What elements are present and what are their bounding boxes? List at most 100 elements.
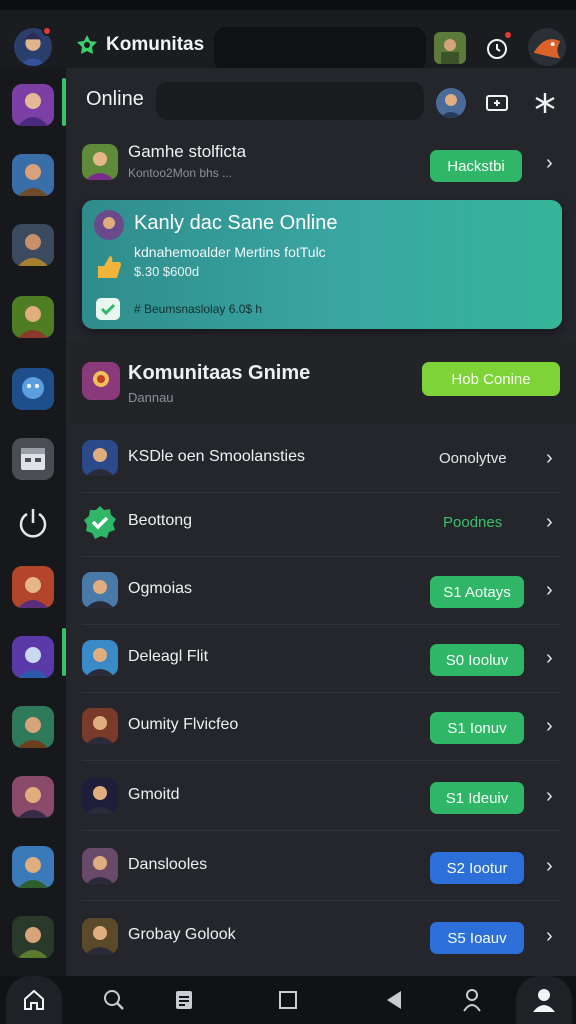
divider — [82, 556, 560, 557]
brand-title: Komunitas — [106, 34, 205, 55]
nav-notes[interactable] — [156, 976, 212, 1024]
rail-server-1[interactable] — [12, 84, 54, 126]
rail-server-7[interactable] — [12, 636, 54, 678]
divider — [82, 492, 560, 493]
divider — [82, 760, 560, 761]
feature-line-1: kdnahemoalder Mertins fotTulc — [134, 244, 326, 260]
list-item[interactable]: Gmoitd S1 Ideuiv › — [82, 768, 560, 820]
top-bar: Komunitas — [0, 10, 576, 71]
divider — [82, 624, 560, 625]
item-pill[interactable]: S1 Aotays — [430, 576, 524, 608]
top-list-item[interactable]: Gamhe stolficta Kontoo2Mon bhs ... Hacks… — [82, 142, 560, 190]
header-search-field[interactable] — [214, 27, 426, 71]
search-icon — [104, 990, 124, 1010]
server-rail — [0, 68, 66, 976]
item-thumbnail — [82, 848, 118, 884]
item-pill[interactable]: S5 Ioauv — [430, 922, 524, 954]
item-title: Grobay Golook — [128, 926, 236, 943]
community-thumbnail — [82, 362, 120, 400]
item-action[interactable]: Poodnes — [443, 514, 502, 531]
feature-card[interactable]: Kanly dac Sane Online kdnahemoalder Mert… — [82, 200, 562, 329]
chevron-right-icon: › — [546, 511, 553, 533]
item-title: Beottong — [128, 512, 193, 529]
item-thumbnail — [82, 440, 118, 476]
item-title: KSDle oen Smoolansties — [128, 448, 305, 465]
chevron-right-icon: › — [546, 579, 553, 601]
item-pill[interactable]: S1 Ionuv — [430, 712, 524, 744]
asterisk-icon[interactable] — [530, 88, 560, 118]
game-thumbnail[interactable] — [434, 32, 466, 64]
feature-avatar — [94, 210, 124, 240]
notification-dot — [42, 26, 52, 36]
list-item[interactable]: Oumity Flvicfeo S1 Ionuv › — [82, 698, 560, 750]
rail-server-4[interactable] — [12, 296, 54, 338]
nav-square[interactable] — [260, 976, 316, 1024]
back-icon — [387, 991, 401, 1009]
nav-home[interactable] — [6, 976, 62, 1024]
rail-server-9[interactable] — [12, 776, 54, 818]
list-item[interactable]: Grobay Golook S5 Ioauv › — [82, 908, 560, 960]
rail-server-10[interactable] — [12, 846, 54, 888]
item-pill[interactable]: S0 Iooluv — [430, 644, 524, 676]
item-title: Ogmoias — [128, 580, 193, 597]
item-thumbnail — [82, 918, 118, 954]
bottom-nav — [0, 976, 576, 1024]
item-thumbnail — [82, 708, 118, 744]
community-section: Komunitaas Gnime Dannau Hob Conine — [66, 340, 576, 424]
online-avatar[interactable] — [436, 88, 466, 118]
list-item[interactable]: Beottong Poodnes › — [82, 494, 560, 546]
rail-server-8[interactable] — [12, 706, 54, 748]
main-panel: Online Gamhe stolficta Kontoo2Mon bhs ..… — [66, 68, 576, 976]
join-online-button[interactable]: Hob Conine — [422, 362, 560, 396]
item-title: Gamhe stolficta — [128, 142, 247, 161]
item-action[interactable]: Oonolytve — [439, 450, 507, 467]
chat-add-icon[interactable] — [482, 88, 512, 118]
list-item[interactable]: KSDle oen Smoolansties Oonolytve › — [82, 430, 560, 482]
item-title: Deleagl Flit — [128, 648, 209, 665]
nav-search[interactable] — [86, 976, 142, 1024]
rail-server-2[interactable] — [12, 154, 54, 196]
item-thumbnail — [82, 778, 118, 814]
power-icon[interactable] — [12, 502, 54, 544]
status-bar — [0, 0, 576, 10]
friends-icon — [463, 989, 481, 1012]
item-thumbnail — [82, 144, 118, 180]
chevron-right-icon: › — [546, 447, 553, 469]
nav-friends[interactable] — [444, 976, 500, 1024]
dragon-avatar[interactable] — [528, 28, 566, 66]
rail-server-11[interactable] — [12, 916, 54, 958]
item-pill[interactable]: S1 Ideuiv — [430, 782, 524, 814]
chevron-right-icon: › — [546, 152, 553, 174]
square-icon — [279, 991, 297, 1009]
item-title: Oumity Flvicfeo — [128, 716, 239, 733]
divider — [82, 692, 560, 693]
nav-back[interactable] — [366, 976, 422, 1024]
online-label: Online — [86, 88, 144, 110]
item-title: Gmoitd — [128, 786, 180, 803]
community-logo-icon — [77, 35, 97, 54]
check-icon — [96, 298, 120, 320]
rail-server-6[interactable] — [12, 566, 54, 608]
item-pill[interactable]: Hackstbi — [430, 150, 522, 182]
rail-server-5[interactable] — [12, 368, 54, 410]
chevron-right-icon: › — [546, 715, 553, 737]
feature-footer: # Beumsnaslolay 6.0$ h — [134, 302, 263, 316]
community-subtitle: Dannau — [128, 390, 174, 405]
item-pill[interactable]: S2 Iootur — [430, 852, 524, 884]
divider — [82, 900, 560, 901]
brand: Komunitas — [76, 34, 204, 56]
list-item[interactable]: Deleagl Flit S0 Iooluv › — [82, 630, 560, 682]
rail-server-3[interactable] — [12, 224, 54, 266]
online-search-field[interactable] — [156, 82, 424, 120]
chevron-right-icon: › — [546, 647, 553, 669]
calendar-icon[interactable] — [12, 438, 54, 480]
list-item[interactable]: Ogmoias S1 Aotays › — [82, 562, 560, 614]
notes-icon — [176, 991, 192, 1009]
join-online-label: Hob Conine — [451, 370, 531, 388]
item-thumbnail — [82, 640, 118, 676]
nav-profile[interactable] — [516, 976, 572, 1024]
list-item[interactable]: Danslooles S2 Iootur › — [82, 838, 560, 890]
item-subtitle: Kontoo2Mon bhs ... — [128, 166, 233, 180]
item-title: Danslooles — [128, 856, 208, 873]
divider — [82, 830, 560, 831]
